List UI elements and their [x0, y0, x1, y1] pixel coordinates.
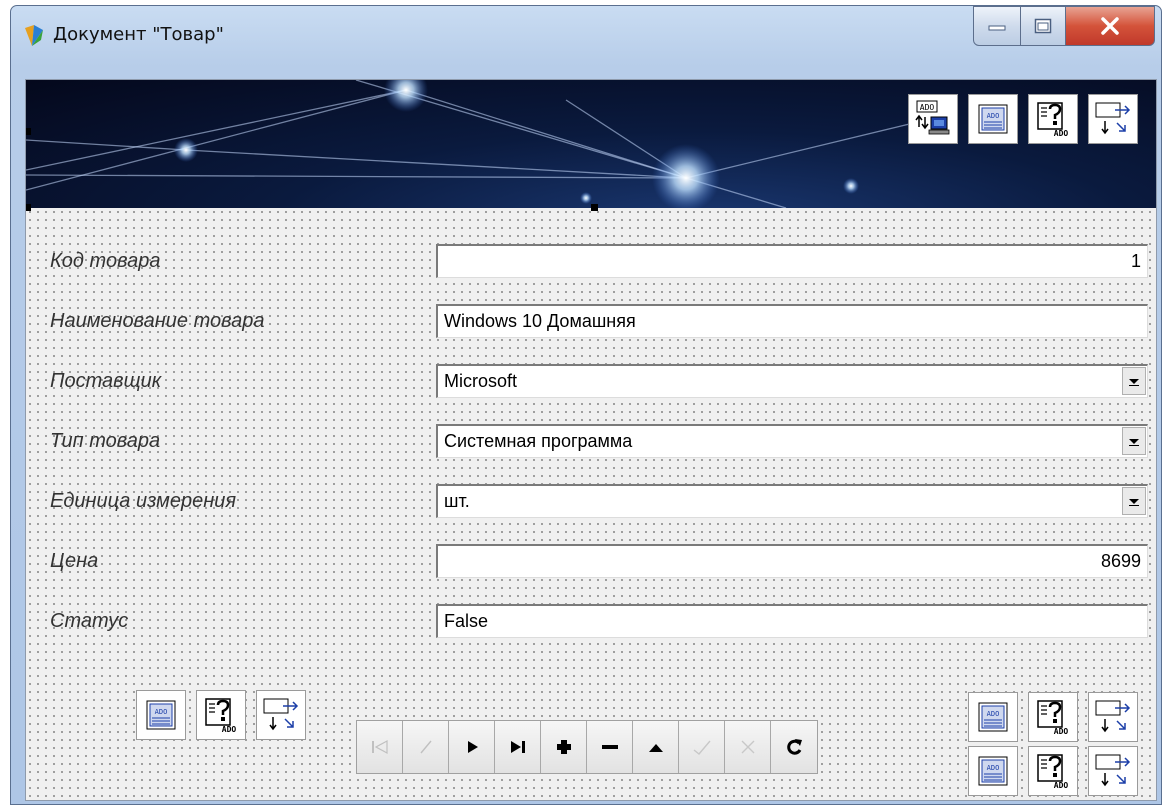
field-value: Microsoft: [444, 371, 518, 391]
edit-up-icon: [648, 744, 663, 752]
titlebar[interactable]: Документ "Товар": [11, 6, 1161, 78]
ado-command-icon[interactable]: [1088, 746, 1138, 796]
nav-next-button[interactable]: [449, 721, 495, 773]
svg-text:ADO: ADO: [222, 725, 237, 734]
nav-delete-button[interactable]: [587, 721, 633, 773]
field-value: 1: [1130, 251, 1141, 271]
first-record-icon: [371, 739, 388, 755]
chevron-down-icon: [1129, 439, 1139, 446]
svg-text:ADO: ADO: [987, 764, 1000, 772]
nav-first-button[interactable]: [357, 721, 403, 773]
ado-query-icon[interactable]: ADO: [1028, 692, 1078, 742]
svg-text:ADO: ADO: [987, 112, 1000, 120]
chevron-down-icon: [1129, 379, 1139, 386]
text-field[interactable]: Windows 10 Домашняя: [436, 304, 1148, 338]
field-label: Цена: [50, 550, 99, 572]
svg-text:ADO: ADO: [920, 103, 935, 112]
ado-dataset-icon[interactable]: ADO: [968, 746, 1018, 796]
nav-cancel-button[interactable]: [725, 721, 771, 773]
selection-handle[interactable]: [26, 128, 31, 135]
nav-last-button[interactable]: [495, 721, 541, 773]
minimize-icon: [988, 25, 1006, 31]
text-field[interactable]: False: [436, 604, 1148, 638]
ado-connection-icon[interactable]: ADO: [908, 94, 958, 144]
text-field[interactable]: 1: [436, 244, 1148, 278]
post-check-icon: [693, 740, 711, 755]
svg-text:ADO: ADO: [1054, 781, 1069, 790]
svg-text:ADO: ADO: [155, 708, 168, 716]
svg-text:ADO: ADO: [1054, 129, 1069, 138]
dropdown-button[interactable]: [1122, 487, 1146, 515]
ado-query-icon[interactable]: ADO: [1028, 94, 1078, 144]
maximize-button[interactable]: [1020, 6, 1066, 46]
field-label: Тип товара: [50, 430, 161, 452]
last-record-icon: [510, 741, 525, 753]
field-label: Поставщик: [50, 370, 162, 392]
field-value: шт.: [444, 491, 470, 511]
field-value: Системная программа: [444, 431, 633, 451]
field-value: 8699: [1100, 551, 1141, 571]
text-field[interactable]: 8699: [436, 544, 1148, 578]
svg-text:ADO: ADO: [987, 710, 1000, 718]
close-icon: [1101, 17, 1119, 35]
window: Документ "Товар" ADO ADO ADO Код товара …: [10, 5, 1162, 805]
selection-handle[interactable]: [26, 204, 31, 211]
selection-handle[interactable]: [591, 204, 598, 211]
field-label: Единица измерения: [50, 490, 237, 512]
minimize-button[interactable]: [973, 6, 1021, 46]
refresh-icon: [787, 739, 802, 755]
nav-edit-button[interactable]: [633, 721, 679, 773]
cancel-x-icon: [741, 740, 754, 754]
chevron-down-icon: [1129, 499, 1139, 506]
combo-box[interactable]: Microsoft: [436, 364, 1148, 398]
combo-box[interactable]: Системная программа: [436, 424, 1148, 458]
field-label: Статус: [50, 610, 129, 632]
maximize-icon: [1034, 18, 1052, 34]
nav-post-button[interactable]: [679, 721, 725, 773]
field-label: Код товара: [50, 250, 161, 272]
ado-query-icon[interactable]: ADO: [1028, 746, 1078, 796]
ado-dataset-icon[interactable]: ADO: [968, 94, 1018, 144]
next-record-icon: [467, 741, 478, 753]
dropdown-button[interactable]: [1122, 427, 1146, 455]
db-navigator: [356, 720, 818, 774]
ado-command-icon[interactable]: [256, 690, 306, 740]
ado-dataset-icon[interactable]: ADO: [968, 692, 1018, 742]
field-value: False: [444, 611, 489, 631]
svg-text:ADO: ADO: [1054, 727, 1069, 736]
form-client-area: ADO ADO ADO Код товара 1 Наименование то…: [25, 79, 1157, 801]
window-title: Документ "Товар": [53, 24, 224, 45]
ado-command-icon[interactable]: [1088, 692, 1138, 742]
close-button[interactable]: [1065, 6, 1155, 46]
minus-icon: [601, 745, 618, 749]
nav-prior-button[interactable]: [403, 721, 449, 773]
ado-command-icon[interactable]: [1088, 94, 1138, 144]
plus-icon: [556, 740, 571, 754]
ado-dataset-icon[interactable]: ADO: [136, 690, 186, 740]
prior-record-icon: [419, 740, 432, 754]
dropdown-button[interactable]: [1122, 367, 1146, 395]
app-icon: [23, 24, 45, 48]
nav-refresh-button[interactable]: [771, 721, 817, 773]
ado-query-icon[interactable]: ADO: [196, 690, 246, 740]
field-label: Наименование товара: [50, 310, 265, 332]
nav-insert-button[interactable]: [541, 721, 587, 773]
field-value: Windows 10 Домашняя: [444, 311, 636, 331]
combo-box[interactable]: шт.: [436, 484, 1148, 518]
